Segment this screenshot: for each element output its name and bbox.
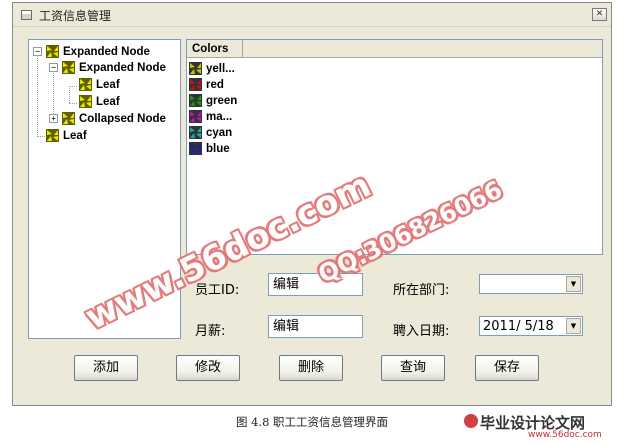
tree-connector — [69, 86, 77, 87]
tree-connector — [37, 136, 45, 137]
list-item-label: red — [206, 79, 224, 91]
tree-node-label: Leaf — [96, 79, 120, 91]
node-icon — [62, 112, 75, 125]
tree-view[interactable]: − Expanded Node − Expanded Node Leaf Lea… — [28, 39, 181, 339]
close-button[interactable]: ✕ — [592, 8, 607, 21]
leaf-icon — [79, 78, 92, 91]
main-window: 工资信息管理 ✕ − Expanded Node − Expanded Node — [12, 2, 612, 406]
title-bar: 工资信息管理 ✕ — [13, 3, 611, 27]
color-swatch-icon — [189, 94, 202, 107]
collapse-toggle[interactable]: − — [33, 47, 42, 56]
window-icon — [21, 10, 32, 20]
salary-label: 月薪: — [195, 324, 226, 339]
node-icon — [62, 61, 75, 74]
list-item-label: green — [206, 95, 238, 107]
tree-connector — [53, 70, 54, 120]
list-item-label: blue — [206, 143, 230, 155]
node-icon — [46, 45, 59, 58]
tree-node-label: Collapsed Node — [79, 113, 166, 125]
tree-connector — [69, 103, 77, 104]
list-item-label: yell... — [206, 63, 235, 75]
tree-node-label: Leaf — [96, 96, 120, 108]
colors-list[interactable]: Colors yell... red green ma... cyan blue — [186, 39, 603, 255]
salary-field[interactable]: 编辑 — [268, 315, 363, 338]
department-label: 所在部门: — [393, 283, 450, 298]
tree-node-label: Expanded Node — [79, 62, 166, 74]
tree-connector — [69, 86, 70, 103]
hire-date-label: 聘入日期: — [393, 324, 450, 339]
color-swatch-icon — [189, 110, 202, 123]
tree-node-label: Expanded Node — [63, 46, 150, 58]
tree-connector — [37, 54, 38, 137]
color-swatch-icon — [189, 78, 202, 91]
delete-button[interactable]: 删除 — [279, 355, 343, 381]
employee-id-label: 员工ID: — [195, 283, 240, 298]
tree-node-label: Leaf — [63, 130, 87, 142]
logo-icon — [464, 414, 478, 428]
list-item-label: cyan — [206, 127, 233, 139]
leaf-icon — [79, 95, 92, 108]
department-select[interactable]: ▼ — [479, 274, 583, 294]
add-button[interactable]: 添加 — [74, 355, 138, 381]
color-swatch-icon — [189, 62, 202, 75]
hire-date-value: 2011/ 5/18 — [483, 319, 554, 334]
employee-id-field[interactable]: 编辑 — [268, 273, 363, 296]
list-item-label: ma... — [206, 111, 233, 123]
query-button[interactable]: 查询 — [381, 355, 445, 381]
color-swatch-icon — [189, 126, 202, 139]
leaf-icon — [46, 129, 59, 142]
logo-url: www.56doc.com — [528, 430, 602, 440]
color-swatch-icon — [189, 142, 202, 155]
chevron-down-icon[interactable]: ▼ — [566, 276, 581, 292]
save-button[interactable]: 保存 — [475, 355, 539, 381]
hire-date-picker[interactable]: 2011/ 5/18 ▼ — [479, 316, 583, 336]
modify-button[interactable]: 修改 — [176, 355, 240, 381]
collapse-toggle[interactable]: − — [49, 63, 58, 72]
chevron-down-icon[interactable]: ▼ — [566, 318, 581, 334]
expand-toggle[interactable]: + — [49, 114, 58, 123]
window-title: 工资信息管理 — [39, 9, 112, 23]
